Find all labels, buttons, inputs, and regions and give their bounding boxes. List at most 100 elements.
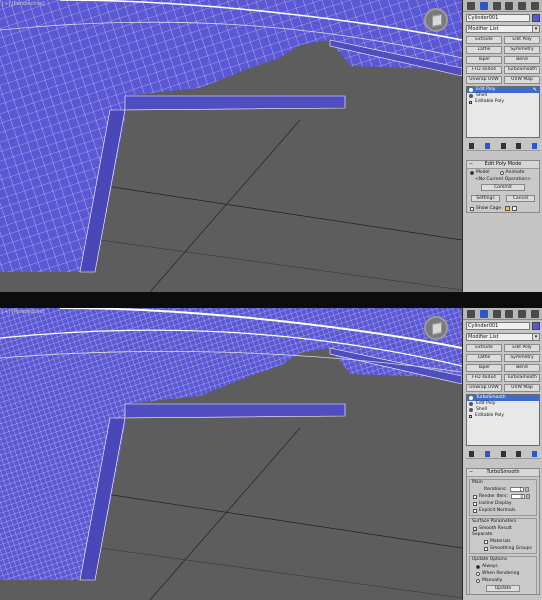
remove-modifier-icon[interactable] [516, 142, 522, 149]
lightbulb-icon[interactable] [469, 94, 473, 98]
when-rendering-radio[interactable] [476, 571, 480, 576]
configure-sets-icon[interactable] [532, 142, 537, 149]
viewcube-icon[interactable] [424, 8, 448, 32]
show-end-result-icon[interactable] [484, 450, 490, 457]
modifier-button[interactable]: Symmetry [504, 46, 540, 54]
smoothing-groups-checkbox[interactable] [484, 546, 488, 551]
stack-item-editable-poly[interactable]: Editable Poly [467, 413, 539, 419]
hierarchy-tab-icon[interactable] [492, 1, 501, 10]
stack-item-editable-poly[interactable]: Editable Poly [467, 99, 539, 105]
render-iters-checkbox[interactable] [473, 494, 477, 499]
modifier-list-dropdown[interactable]: Modifier List ▾ [466, 25, 540, 33]
settings-button[interactable]: Settings [471, 195, 500, 202]
object-color-swatch[interactable] [532, 322, 540, 330]
explicit-normals-row: Explicit Normals [470, 507, 536, 514]
modifier-button[interactable]: Taper [466, 56, 502, 64]
display-tab-icon[interactable] [517, 309, 526, 318]
rollout-header[interactable]: − Edit Poly Mode [467, 161, 539, 169]
modifier-button[interactable]: FFD 4x4x4 [466, 66, 502, 74]
iterations-spinner[interactable]: 1 [509, 487, 524, 492]
modifier-button[interactable]: Extrude [466, 36, 502, 44]
materials-checkbox[interactable] [484, 539, 488, 544]
current-operation: <No Current Operation> [475, 177, 531, 182]
render-iters-spinner[interactable]: 0 [511, 494, 526, 499]
configure-sets-icon[interactable] [532, 450, 537, 457]
make-unique-icon[interactable] [500, 450, 506, 457]
spinner-arrows-icon[interactable] [524, 487, 529, 492]
pin-stack-icon[interactable] [469, 142, 474, 149]
modifier-button[interactable]: Bend [504, 364, 540, 372]
manually-label: Manually [482, 578, 503, 583]
screenshot-bottom: [+] [Perspective] Cylinder001 Modifier L… [0, 308, 542, 600]
update-button[interactable]: Update [486, 585, 520, 592]
perspective-viewport[interactable]: [+] [Perspective] [0, 308, 462, 600]
modifier-button[interactable]: Edit Poly [504, 36, 540, 44]
mode-radio-row: Model Animate [467, 169, 539, 176]
modifier-button[interactable]: Extrude [466, 344, 502, 352]
modify-tab-icon[interactable] [479, 1, 488, 10]
spinner-arrows-icon[interactable] [526, 494, 531, 499]
modifier-button[interactable]: UVW Map [504, 384, 540, 392]
make-unique-icon[interactable] [500, 142, 506, 149]
lightbulb-icon[interactable] [469, 88, 473, 92]
smooth-result-checkbox[interactable]: ✓ [473, 526, 477, 531]
utilities-tab-icon[interactable] [530, 1, 539, 10]
cage-color-swatch[interactable] [505, 206, 511, 211]
smoothing-groups-row: Smoothing Groups [470, 545, 536, 552]
pin-stack-icon[interactable] [469, 450, 474, 457]
surface-parameters-group: Surface Parameters ✓ Smooth Result Separ… [469, 518, 537, 554]
modifier-button[interactable]: TurboSmooth [504, 66, 540, 74]
viewport-label[interactable]: [+] [Perspective] [2, 309, 45, 315]
create-tab-icon[interactable] [467, 309, 476, 318]
motion-tab-icon[interactable] [505, 1, 514, 10]
display-tab-icon[interactable] [517, 1, 526, 10]
object-color-swatch[interactable] [532, 14, 540, 22]
show-cage-checkbox[interactable] [470, 206, 474, 211]
rollout-header[interactable]: − TurboSmooth [467, 469, 539, 477]
viewcube-icon[interactable] [424, 316, 448, 340]
perspective-viewport[interactable]: [+] [Perspective] [0, 0, 462, 292]
modifier-button[interactable]: FFD 4x4x4 [466, 374, 502, 382]
manually-radio[interactable] [476, 578, 480, 583]
object-name-field[interactable]: Cylinder001 [466, 14, 530, 22]
when-rendering-label: When Rendering [482, 571, 520, 576]
modifier-button[interactable]: Taper [466, 364, 502, 372]
isoline-label: Isoline Display [479, 501, 512, 506]
base-object-icon [469, 100, 472, 104]
smooth-result-row: ✓ Smooth Result [470, 525, 536, 532]
cancel-button[interactable]: Cancel [506, 195, 535, 202]
remove-modifier-icon[interactable] [516, 450, 522, 457]
hierarchy-tab-icon[interactable] [492, 309, 501, 318]
render-iters-row: Render Iters: 0 [470, 493, 536, 500]
modifier-button[interactable]: UVW Map [504, 76, 540, 84]
motion-tab-icon[interactable] [505, 309, 514, 318]
modify-tab-icon[interactable] [479, 309, 488, 318]
show-end-result-icon[interactable] [484, 142, 490, 149]
modifier-list-dropdown[interactable]: Modifier List ▾ [466, 333, 540, 341]
modifier-button[interactable]: Symmetry [504, 354, 540, 362]
create-tab-icon[interactable] [467, 1, 476, 10]
object-name-field[interactable]: Cylinder001 [466, 322, 530, 330]
modifier-buttons: Extrude Edit Poly Lathe Symmetry Taper B… [466, 344, 540, 392]
stack-toolbar [466, 449, 540, 459]
always-radio[interactable] [476, 564, 480, 569]
model-radio[interactable] [470, 170, 474, 175]
modifier-button[interactable]: Bend [504, 56, 540, 64]
modifier-button[interactable]: Edit Poly [504, 344, 540, 352]
cage-selected-color-swatch[interactable] [512, 206, 518, 211]
commit-button[interactable]: Commit [481, 184, 525, 191]
lightbulb-icon[interactable] [469, 402, 473, 406]
lightbulb-icon[interactable] [469, 396, 473, 400]
utilities-tab-icon[interactable] [530, 309, 539, 318]
modifier-button[interactable]: Unwrap UVW [466, 384, 502, 392]
stack-item-label: Editable Poly [475, 413, 504, 418]
viewport-label[interactable]: [+] [Perspective] [2, 1, 45, 7]
explicit-normals-checkbox[interactable] [473, 508, 477, 513]
modifier-button[interactable]: TurboSmooth [504, 374, 540, 382]
modifier-button[interactable]: Lathe [466, 46, 502, 54]
modifier-button[interactable]: Lathe [466, 354, 502, 362]
modifier-button[interactable]: Unwrap UVW [466, 76, 502, 84]
isoline-checkbox[interactable] [473, 501, 477, 506]
animate-radio[interactable] [499, 170, 504, 175]
lightbulb-icon[interactable] [469, 408, 473, 412]
